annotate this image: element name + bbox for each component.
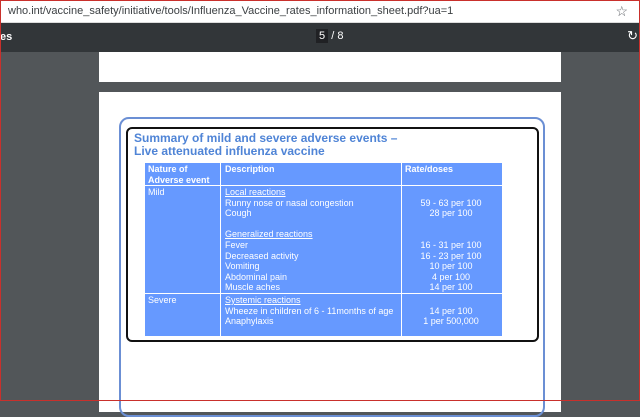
severe-descriptions: Systemic reactions Wheeze in children of… <box>225 295 393 327</box>
summary-title: Summary of mild and severe adverse event… <box>134 132 397 158</box>
row-mild-label: Mild <box>148 187 165 197</box>
header-description: Description <box>225 164 275 174</box>
header-rate: Rate/doses <box>405 164 454 174</box>
pdf-toolbar: es 5 / 8 ↻ <box>0 23 640 52</box>
adverse-events-table: Nature of Adverse event Description Rate… <box>145 163 502 336</box>
star-icon[interactable]: ☆ <box>615 3 628 20</box>
url-text[interactable]: who.int/vaccine_safety/initiative/tools/… <box>8 5 453 17</box>
mild-rates: 59 - 63 per 100 28 per 100 16 - 31 per 1… <box>404 187 498 293</box>
refresh-icon[interactable]: ↻ <box>627 28 638 44</box>
pdf-page-current: Summary of mild and severe adverse event… <box>99 92 561 417</box>
column-divider <box>401 163 402 336</box>
list-item: Abdominal pain <box>225 271 288 282</box>
severe-rates: 14 per 100 1 per 500,000 <box>404 295 498 327</box>
list-item: Cough <box>225 208 252 219</box>
rate-value: 28 per 100 <box>429 208 473 219</box>
title-line-2: Live attenuated influenza vaccine <box>134 144 325 158</box>
header-nature-line1: Nature of <box>148 164 188 174</box>
document-title: es <box>0 31 13 43</box>
generalized-reactions-heading: Generalized reactions <box>225 229 313 240</box>
header-nature-line2: Adverse event <box>148 174 210 185</box>
list-item: Anaphylaxis <box>225 316 274 327</box>
current-page-input[interactable]: 5 <box>316 29 329 43</box>
column-divider <box>220 163 221 336</box>
rate-value: 59 - 63 per 100 <box>420 197 482 208</box>
page-separator: / <box>331 30 335 42</box>
list-item: Fever <box>225 239 249 250</box>
list-item: Runny nose or nasal congestion <box>225 197 354 208</box>
rate-value: 14 per 100 <box>429 305 473 316</box>
rate-value: 4 per 100 <box>431 271 471 282</box>
page-indicator: 5 / 8 <box>316 29 344 43</box>
list-item: Decreased activity <box>225 250 299 261</box>
rate-value: 1 per 500,000 <box>423 316 479 327</box>
header-nature: Nature of Adverse event <box>148 164 210 185</box>
list-item: Vomiting <box>225 261 260 272</box>
rate-value: 16 - 31 per 100 <box>420 239 482 250</box>
rate-value: 10 per 100 <box>429 261 473 272</box>
mild-descriptions: Local reactions Runny nose or nasal cong… <box>225 187 354 293</box>
local-reactions-heading: Local reactions <box>225 187 286 197</box>
row-divider <box>145 293 502 294</box>
summary-card: Summary of mild and severe adverse event… <box>126 127 539 342</box>
total-pages: 8 <box>337 30 344 42</box>
address-bar[interactable]: who.int/vaccine_safety/initiative/tools/… <box>0 0 640 23</box>
list-item: Muscle aches <box>225 282 281 293</box>
row-severe-label: Severe <box>148 295 177 305</box>
rate-value: 14 per 100 <box>429 282 473 293</box>
rate-value: 16 - 23 per 100 <box>420 250 482 261</box>
list-item: Wheeze in children of 6 - 11months of ag… <box>225 305 394 316</box>
systemic-reactions-heading: Systemic reactions <box>225 295 301 305</box>
pdf-page-previous <box>99 52 561 82</box>
